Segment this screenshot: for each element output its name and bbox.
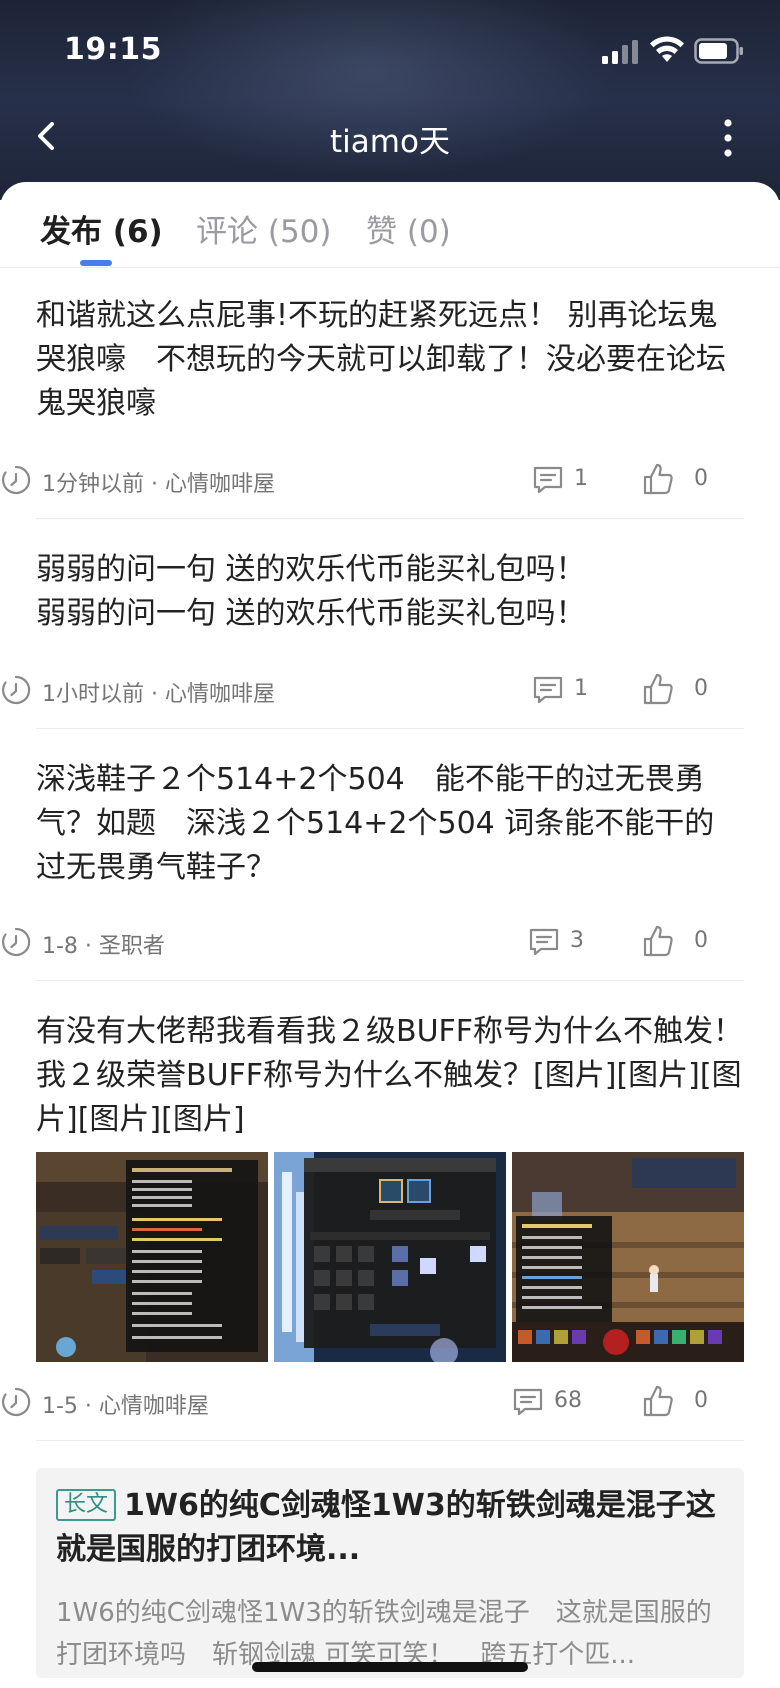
post-text: 和谐就这么点屁事!不玩的赶紧死远点！ 别再论坛鬼哭狼嚎 不想玩的今天就可以卸载了… [36, 298, 726, 421]
post-time-category: 1分钟以前 · 心情咖啡屋 [42, 472, 275, 497]
post-image-gallery [36, 1152, 744, 1362]
page-title: tiamo天 [330, 124, 450, 160]
long-post-title-text: 1W6的纯C剑魂怪1W3的斩铁剑魂是混子这就是国服的打团环境... [56, 1488, 716, 1567]
thumbs-up-icon[interactable] [642, 1384, 674, 1418]
divider [36, 518, 744, 519]
comment-icon[interactable] [512, 1386, 544, 1418]
comment-count: 1 [574, 466, 588, 491]
post-meta: 1小时以前 · 心情咖啡屋 1 0 [0, 670, 708, 710]
divider [36, 980, 744, 981]
comment-icon[interactable] [532, 674, 564, 706]
divider [36, 728, 744, 729]
comment-count: 1 [574, 676, 588, 701]
post-item[interactable]: 深浅鞋子２个514+2个504 能不能干的过无畏勇气？如题 深浅２个514+2个… [36, 758, 744, 890]
cellular-signal-icon [602, 40, 638, 64]
post-meta: 1-5 · 心情咖啡屋 68 0 [0, 1382, 708, 1422]
long-post-title: 长文 1W6的纯C剑魂怪1W3的斩铁剑魂是混子这就是国服的打团环境... [56, 1484, 726, 1572]
status-time: 19:15 [64, 32, 162, 67]
post-time-category: 1-5 · 心情咖啡屋 [42, 1394, 209, 1419]
battery-icon [694, 38, 743, 64]
post-image[interactable] [36, 1152, 268, 1362]
long-post-card[interactable]: 长文 1W6的纯C剑魂怪1W3的斩铁剑魂是混子这就是国服的打团环境... 1W6的… [36, 1468, 744, 1678]
comment-count: 68 [554, 1388, 582, 1413]
comment-icon[interactable] [532, 464, 564, 496]
post-time-category: 1小时以前 · 心情咖啡屋 [42, 682, 275, 707]
thumbs-up-icon[interactable] [642, 672, 674, 706]
clock-icon [2, 675, 31, 705]
comment-count: 3 [570, 928, 584, 953]
post-item[interactable]: 弱弱的问一句 送的欢乐代币能买礼包吗！ 弱弱的问一句 送的欢乐代币能买礼包吗！ [36, 548, 744, 636]
post-meta: 1-8 · 圣职者 3 0 [0, 922, 708, 962]
like-count: 0 [694, 676, 708, 701]
divider [36, 1440, 744, 1441]
post-time-category: 1-8 · 圣职者 [42, 934, 165, 959]
thumbs-up-icon[interactable] [642, 462, 674, 496]
more-vertical-icon[interactable] [714, 116, 742, 160]
like-count: 0 [694, 928, 708, 953]
tab-posts[interactable]: 发布 (6) [40, 206, 163, 251]
post-meta: 1分钟以前 · 心情咖啡屋 1 0 [0, 460, 708, 500]
clock-icon [2, 465, 31, 495]
post-image[interactable] [512, 1152, 744, 1362]
long-post-tag: 长文 [56, 1489, 117, 1521]
content-panel: 发布 (6) 评论 (50) 赞 (0) 和谐就这么点屁事!不玩的赶紧死远点！ … [0, 182, 780, 1688]
post-image[interactable] [274, 1152, 506, 1362]
post-title: 弱弱的问一句 送的欢乐代币能买礼包吗！ [36, 552, 586, 587]
post-item[interactable]: 和谐就这么点屁事!不玩的赶紧死远点！ 别再论坛鬼哭狼嚎 不想玩的今天就可以卸载了… [36, 294, 744, 426]
clock-icon [2, 927, 31, 957]
tab-likes[interactable]: 赞 (0) [366, 206, 451, 251]
post-text: 弱弱的问一句 送的欢乐代币能买礼包吗！ [36, 596, 586, 631]
app-header: 19:15 tiamo天 [0, 0, 780, 200]
tab-bar: 发布 (6) 评论 (50) 赞 (0) [0, 182, 780, 268]
comment-icon[interactable] [528, 926, 560, 958]
thumbs-up-icon[interactable] [642, 924, 674, 958]
game-screenshot-equipment [274, 1152, 506, 1362]
game-screenshot-stats [36, 1152, 268, 1362]
like-count: 0 [694, 466, 708, 491]
tab-comments[interactable]: 评论 (50) [196, 206, 332, 251]
post-text: 有没有大佬帮我看看我２级BUFF称号为什么不触发！ 我２级荣誉BUFF称号为什么… [36, 1014, 744, 1137]
post-item[interactable]: 有没有大佬帮我看看我２级BUFF称号为什么不触发！ 我２级荣誉BUFF称号为什么… [36, 1010, 744, 1142]
clock-icon [2, 1387, 31, 1417]
post-text: 深浅鞋子２个514+2个504 能不能干的过无畏勇气？如题 深浅２个514+2个… [36, 762, 715, 885]
home-indicator [252, 1662, 528, 1672]
game-screenshot-character [512, 1152, 744, 1362]
active-tab-indicator [80, 260, 112, 266]
like-count: 0 [694, 1388, 708, 1413]
wifi-icon [650, 36, 684, 62]
